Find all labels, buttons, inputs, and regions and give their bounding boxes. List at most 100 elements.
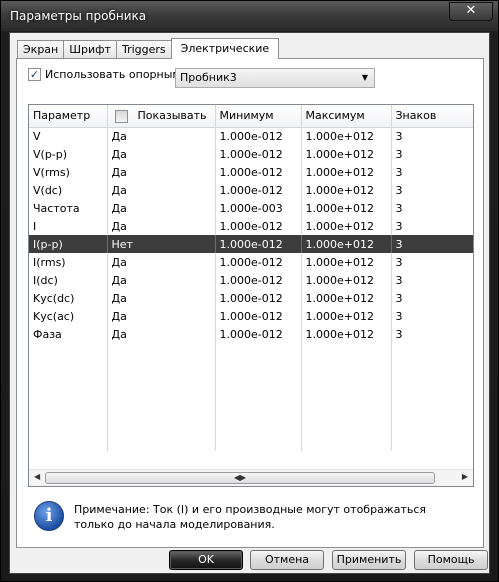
empty-cell bbox=[29, 415, 108, 433]
cell-parameter[interactable]: I(dc) bbox=[29, 271, 108, 289]
cell-parameter[interactable]: Частота bbox=[29, 199, 108, 217]
dialog-body: Экран Шрифт Triggers Электрические ✓ Исп… bbox=[9, 32, 490, 574]
cell-digits[interactable]: 3 bbox=[391, 289, 473, 307]
cell-show[interactable]: Да bbox=[107, 307, 216, 325]
use-as-reference-row[interactable]: ✓ Использовать опорным bbox=[28, 68, 181, 81]
table-row[interactable]: I(dc) Да 1.000e-012 1.000e+012 3 bbox=[29, 271, 473, 289]
cell-min[interactable]: 1.000e-012 bbox=[215, 235, 302, 253]
scroll-left-icon[interactable]: ◀ bbox=[34, 472, 40, 481]
cell-parameter[interactable]: Kус(ac) bbox=[29, 307, 108, 325]
table-row[interactable]: I(rms) Да 1.000e-012 1.000e+012 3 bbox=[29, 253, 473, 271]
help-button[interactable]: Помощь bbox=[414, 550, 488, 570]
cell-parameter[interactable]: V bbox=[29, 127, 108, 145]
cell-show[interactable]: Да bbox=[107, 127, 216, 145]
cell-show[interactable]: Нет bbox=[107, 235, 216, 253]
tab-electrical[interactable]: Электрические bbox=[170, 38, 280, 59]
cell-digits[interactable]: 3 bbox=[391, 271, 473, 289]
cell-parameter[interactable]: Фаза bbox=[29, 325, 108, 343]
empty-cell bbox=[29, 343, 108, 361]
apply-button[interactable]: Применить bbox=[332, 550, 406, 570]
cell-min[interactable]: 1.000e-012 bbox=[215, 289, 302, 307]
cell-digits[interactable]: 3 bbox=[391, 325, 473, 343]
use-as-reference-checkbox[interactable]: ✓ bbox=[28, 68, 41, 81]
cell-parameter[interactable]: I(p-p) bbox=[29, 235, 108, 253]
cell-min[interactable]: 1.000e-012 bbox=[215, 145, 302, 163]
cell-max[interactable]: 1.000e+012 bbox=[301, 235, 392, 253]
empty-cell bbox=[107, 397, 216, 415]
cell-parameter[interactable]: V(rms) bbox=[29, 163, 108, 181]
cell-max[interactable]: 1.000e+012 bbox=[301, 307, 392, 325]
cell-min[interactable]: 1.000e-003 bbox=[215, 199, 302, 217]
tab-font[interactable]: Шрифт bbox=[63, 40, 117, 59]
scroll-right-icon[interactable]: ▶ bbox=[462, 472, 468, 481]
table-row[interactable]: Kус(ac) Да 1.000e-012 1.000e+012 3 bbox=[29, 307, 473, 325]
cell-show[interactable]: Да bbox=[107, 289, 216, 307]
cell-max[interactable]: 1.000e+012 bbox=[301, 271, 392, 289]
cell-parameter[interactable]: V(p-p) bbox=[29, 145, 108, 163]
cell-show[interactable]: Да bbox=[107, 253, 216, 271]
cancel-button[interactable]: Отмена bbox=[250, 550, 324, 570]
table-row[interactable]: I(p-p) Нет 1.000e-012 1.000e+012 3 bbox=[29, 235, 473, 253]
show-all-checkbox[interactable] bbox=[114, 109, 128, 123]
cell-show[interactable]: Да bbox=[107, 217, 216, 235]
horizontal-scrollbar[interactable]: ◀ ◀▶ ▶ bbox=[29, 469, 473, 486]
cell-max[interactable]: 1.000e+012 bbox=[301, 145, 392, 163]
cell-max[interactable]: 1.000e+012 bbox=[301, 289, 392, 307]
table-row[interactable]: I Да 1.000e-012 1.000e+012 3 bbox=[29, 217, 473, 235]
column-header-max[interactable]: Максимум bbox=[301, 105, 392, 128]
column-header-digits[interactable]: Знаков bbox=[391, 105, 473, 128]
column-header-parameter[interactable]: Параметр bbox=[29, 105, 108, 128]
scrollbar-thumb[interactable]: ◀▶ bbox=[45, 472, 435, 484]
cell-max[interactable]: 1.000e+012 bbox=[301, 325, 392, 343]
cell-digits[interactable]: 3 bbox=[391, 217, 473, 235]
close-button[interactable]: ✕ bbox=[449, 2, 493, 21]
cell-max[interactable]: 1.000e+012 bbox=[301, 199, 392, 217]
ok-button[interactable]: OK bbox=[169, 550, 243, 570]
cell-digits[interactable]: 3 bbox=[391, 181, 473, 199]
cell-parameter[interactable]: V(dc) bbox=[29, 181, 108, 199]
cell-digits[interactable]: 3 bbox=[391, 163, 473, 181]
cell-digits[interactable]: 3 bbox=[391, 235, 473, 253]
table-row[interactable]: Частота Да 1.000e-003 1.000e+012 3 bbox=[29, 199, 473, 217]
cell-digits[interactable]: 3 bbox=[391, 307, 473, 325]
cell-min[interactable]: 1.000e-012 bbox=[215, 163, 302, 181]
cell-parameter[interactable]: I(rms) bbox=[29, 253, 108, 271]
cell-min[interactable]: 1.000e-012 bbox=[215, 307, 302, 325]
table-row[interactable]: V(dc) Да 1.000e-012 1.000e+012 3 bbox=[29, 181, 473, 199]
cell-max[interactable]: 1.000e+012 bbox=[301, 181, 392, 199]
column-header-min[interactable]: Минимум bbox=[215, 105, 302, 128]
table-row[interactable]: Kус(dc) Да 1.000e-012 1.000e+012 3 bbox=[29, 289, 473, 307]
cell-digits[interactable]: 3 bbox=[391, 145, 473, 163]
cell-show[interactable]: Да bbox=[107, 199, 216, 217]
cell-digits[interactable]: 3 bbox=[391, 199, 473, 217]
tab-screen[interactable]: Экран bbox=[17, 40, 65, 59]
cell-min[interactable]: 1.000e-012 bbox=[215, 181, 302, 199]
cell-show[interactable]: Да bbox=[107, 145, 216, 163]
cell-max[interactable]: 1.000e+012 bbox=[301, 127, 392, 145]
cell-parameter[interactable]: I bbox=[29, 217, 108, 235]
table-row[interactable]: V(p-p) Да 1.000e-012 1.000e+012 3 bbox=[29, 145, 473, 163]
cell-min[interactable]: 1.000e-012 bbox=[215, 217, 302, 235]
cell-min[interactable]: 1.000e-012 bbox=[215, 271, 302, 289]
table-row[interactable]: Фаза Да 1.000e-012 1.000e+012 3 bbox=[29, 325, 473, 343]
table-row[interactable]: V(rms) Да 1.000e-012 1.000e+012 3 bbox=[29, 163, 473, 181]
empty-cell bbox=[107, 361, 216, 379]
cell-show[interactable]: Да bbox=[107, 181, 216, 199]
cell-show[interactable]: Да bbox=[107, 271, 216, 289]
cell-max[interactable]: 1.000e+012 bbox=[301, 253, 392, 271]
cell-min[interactable]: 1.000e-012 bbox=[215, 253, 302, 271]
cell-digits[interactable]: 3 bbox=[391, 253, 473, 271]
cell-show[interactable]: Да bbox=[107, 163, 216, 181]
cell-show[interactable]: Да bbox=[107, 325, 216, 343]
title-bar[interactable]: Параметры пробника ✕ bbox=[1, 1, 498, 31]
tab-triggers[interactable]: Triggers bbox=[115, 40, 172, 59]
cell-max[interactable]: 1.000e+012 bbox=[301, 163, 392, 181]
cell-min[interactable]: 1.000e-012 bbox=[215, 325, 302, 343]
cell-digits[interactable]: 3 bbox=[391, 127, 473, 145]
cell-parameter[interactable]: Kус(dc) bbox=[29, 289, 108, 307]
cell-min[interactable]: 1.000e-012 bbox=[215, 127, 302, 145]
reference-probe-select[interactable]: Пробник3 ▼ bbox=[175, 68, 375, 88]
table-row[interactable]: V Да 1.000e-012 1.000e+012 3 bbox=[29, 127, 473, 145]
column-header-show[interactable]: Показывать bbox=[107, 105, 216, 128]
cell-max[interactable]: 1.000e+012 bbox=[301, 217, 392, 235]
